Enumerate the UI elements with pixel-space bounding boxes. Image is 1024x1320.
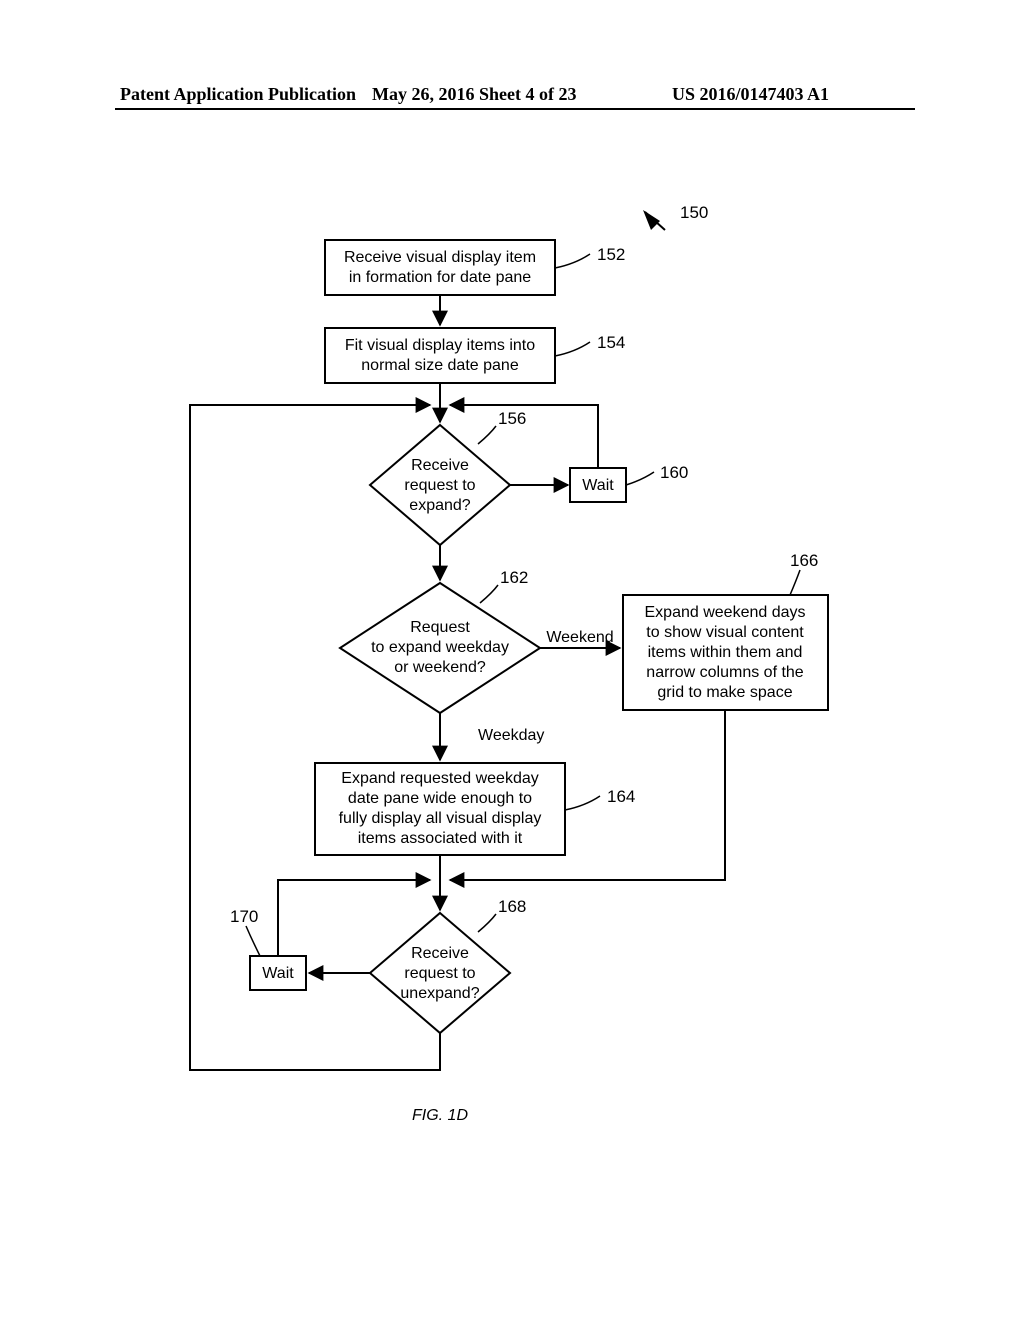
box-166-l3: items within them and xyxy=(648,644,803,661)
ref-154: 154 xyxy=(597,333,625,352)
box-154-line2: normal size date pane xyxy=(361,357,519,374)
arrow-loop-back-top xyxy=(190,405,440,1070)
box-152: Receive visual display item in formation… xyxy=(325,240,625,295)
header-center: May 26, 2016 Sheet 4 of 23 xyxy=(372,84,576,105)
diamond-156: Receive request to expand? 156 xyxy=(370,409,526,545)
header-rule xyxy=(115,108,915,110)
box-154: Fit visual display items into normal siz… xyxy=(325,328,625,383)
box-166: Expand weekend days to show visual conte… xyxy=(623,551,828,710)
header-left: Patent Application Publication xyxy=(120,84,356,105)
d156-l2: request to xyxy=(404,477,475,494)
d168-l2: request to xyxy=(404,965,475,982)
figure-caption: FIG. 1D xyxy=(412,1107,468,1124)
box-164-l4: items associated with it xyxy=(358,830,523,847)
box-166-l1: Expand weekend days xyxy=(645,604,806,621)
label-weekend: Weekend xyxy=(546,629,613,646)
ref-150: 150 xyxy=(643,203,708,230)
arrow-170-loop xyxy=(278,880,430,956)
box-152-line1: Receive visual display item xyxy=(344,249,536,266)
header-right: US 2016/0147403 A1 xyxy=(672,84,829,105)
d168-l1: Receive xyxy=(411,945,469,962)
box-154-line1: Fit visual display items into xyxy=(345,337,535,354)
label-weekday: Weekday xyxy=(478,727,544,744)
box-164-l1: Expand requested weekday xyxy=(341,770,538,787)
d162-l1: Request xyxy=(410,619,470,636)
ref-164: 164 xyxy=(607,787,635,806)
box-166-l4: narrow columns of the xyxy=(646,664,804,681)
box-166-l5: grid to make space xyxy=(657,684,792,701)
ref-170: 170 xyxy=(230,907,258,926)
ref-150-text: 150 xyxy=(680,203,708,222)
ref-160: 160 xyxy=(660,463,688,482)
box-160: Wait 160 xyxy=(570,463,688,502)
d162-l2: to expand weekday xyxy=(371,639,509,656)
box-164-l2: date pane wide enough to xyxy=(348,790,532,807)
ref-152: 152 xyxy=(597,245,625,264)
box-166-l2: to show visual content xyxy=(646,624,804,641)
ref-162: 162 xyxy=(500,568,528,587)
patent-page: Patent Application Publication May 26, 2… xyxy=(0,0,1024,1320)
d168-l3: unexpand? xyxy=(400,985,479,1002)
box-164-l3: fully display all visual display xyxy=(339,810,542,827)
ref-156: 156 xyxy=(498,409,526,428)
ref-168: 168 xyxy=(498,897,526,916)
ref-166: 166 xyxy=(790,551,818,570)
diamond-162: Request to expand weekday or weekend? 16… xyxy=(340,568,540,713)
flowchart: 150 Receive visual display item in forma… xyxy=(160,200,880,1160)
box-170: Wait 170 xyxy=(230,907,306,990)
d156-l3: expand? xyxy=(409,497,470,514)
box-170-text: Wait xyxy=(262,965,294,982)
box-164: Expand requested weekday date pane wide … xyxy=(315,763,635,855)
d156-l1: Receive xyxy=(411,457,469,474)
d162-l3: or weekend? xyxy=(394,659,486,676)
box-160-text: Wait xyxy=(582,477,614,494)
diamond-168: Receive request to unexpand? 168 xyxy=(370,897,526,1033)
box-152-line2: in formation for date pane xyxy=(349,269,531,286)
